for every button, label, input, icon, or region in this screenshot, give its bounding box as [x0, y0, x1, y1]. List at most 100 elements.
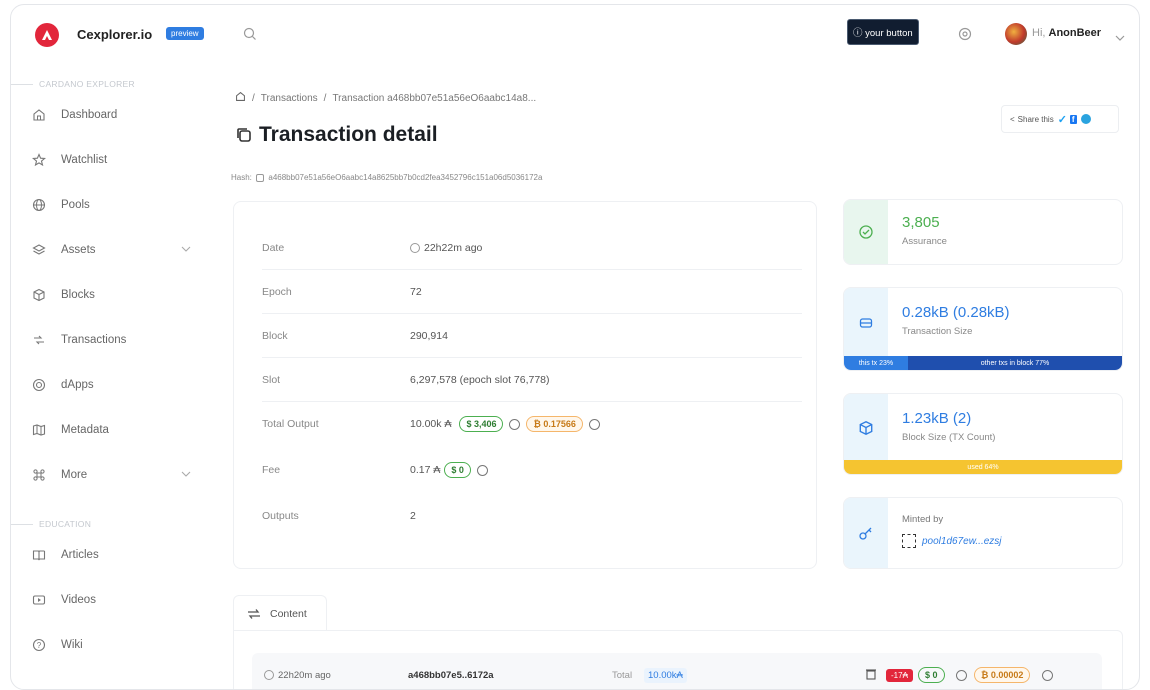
key-icon [844, 498, 888, 568]
star-icon [31, 152, 47, 168]
breadcrumb-current: Transaction a468bb07e51a56eO6aabc14a8... [332, 92, 537, 104]
detail-value: 10.00k ₳ $ 3,406 ₿ 0.17566 [410, 416, 600, 432]
detail-row-block: Block 290,914 [262, 314, 802, 358]
epoch-link[interactable]: 72 [410, 286, 422, 298]
sidebar-item-label: Videos [61, 594, 96, 606]
tx-hash-link[interactable]: a468bb07e5..6172a [408, 670, 494, 681]
map-icon [31, 422, 47, 438]
sidebar-item-dapps[interactable]: dApps [31, 373, 191, 397]
info-icon[interactable] [1042, 669, 1053, 681]
block-link[interactable]: 290,914 [410, 330, 448, 342]
detail-row-outputs: Outputs 2 [262, 494, 802, 538]
section-title-cardano: CARDANO EXPLORER [11, 79, 135, 89]
tab-content[interactable]: Content [233, 595, 327, 631]
table-row: 22h20m ago a468bb07e5..6172a Total 10.00… [252, 653, 1102, 689]
sidebar-item-watchlist[interactable]: Watchlist [31, 148, 191, 172]
sidebar-item-metadata[interactable]: Metadata [31, 418, 191, 442]
detail-row-date: Date 22h22m ago [262, 226, 802, 270]
svg-text:?: ? [37, 641, 42, 650]
sidebar-item-more[interactable]: More [31, 463, 191, 487]
swap-icon [248, 608, 260, 619]
brand-name[interactable]: Cexplorer.io [77, 27, 152, 42]
total-label: Total [612, 669, 633, 681]
sidebar-item-pools[interactable]: Pools [31, 193, 191, 217]
breadcrumb-transactions[interactable]: Transactions [261, 93, 318, 104]
size-bar-this: this tx 23% [844, 356, 908, 370]
assurance-value: 3,805 [902, 214, 940, 231]
chevron-down-icon[interactable] [1115, 29, 1125, 47]
your-button-label: your button [865, 28, 913, 39]
globe-icon [31, 197, 47, 213]
minted-by-pool[interactable]: pool1d67ew...ezsj [902, 534, 1002, 548]
assurance-label: Assurance [902, 236, 947, 247]
cube-icon [31, 287, 47, 303]
sidebar-item-label: Assets [61, 244, 96, 256]
hash-value[interactable]: a468bb07e51a56eO6aabc14a8625bb7b0cd2fea3… [268, 173, 542, 182]
your-button[interactable]: ⓘ your button [847, 19, 919, 45]
page-title: Transaction detail [235, 123, 438, 147]
detail-label: Block [262, 329, 288, 342]
minted-by-label: Minted by [902, 514, 944, 525]
section-title-education: EDUCATION [11, 519, 91, 529]
sidebar-item-label: dApps [61, 379, 94, 391]
block-size-card: 1.23kB (2) Block Size (TX Count) used 64… [843, 393, 1123, 475]
twitter-icon[interactable]: ✓ [1058, 113, 1067, 126]
top-header: Cexplorer.io preview ⓘ your button Hi, A… [11, 5, 1139, 65]
user-avatar[interactable] [1005, 23, 1027, 45]
video-icon [31, 592, 47, 608]
sidebar-item-label: Blocks [61, 289, 95, 301]
transaction-size-value: 0.28kB (0.28kB) [902, 304, 1010, 321]
copy-icon[interactable] [256, 173, 265, 182]
block-size-value: 1.23kB (2) [902, 410, 972, 427]
facebook-icon[interactable]: f [1069, 114, 1077, 124]
settings-gear-icon[interactable] [957, 26, 973, 47]
detail-label: Outputs [262, 510, 299, 522]
chevron-down-icon[interactable] [181, 244, 191, 256]
user-greeting[interactable]: Hi, AnonBeer [1032, 27, 1101, 39]
block-bar-used: used 64% [844, 460, 1122, 474]
usd-pill: $ 0 [918, 667, 945, 683]
sidebar-item-blocks[interactable]: Blocks [31, 283, 191, 307]
preview-badge: preview [166, 27, 204, 40]
sidebar-item-label: Dashboard [61, 109, 118, 121]
home-icon[interactable] [235, 91, 246, 105]
copy-icon [237, 128, 251, 142]
trash-icon[interactable] [864, 667, 878, 684]
sidebar-item-label: Articles [61, 549, 99, 561]
clock-icon [264, 670, 274, 680]
tx-time: 22h20m ago [264, 670, 331, 681]
sidebar-item-articles[interactable]: Articles [31, 543, 191, 567]
content-panel: 22h20m ago a468bb07e5..6172a Total 10.00… [233, 630, 1123, 689]
usd-pill: $ 3,406 [459, 416, 504, 432]
info-icon[interactable] [476, 464, 488, 476]
btc-pill: ₿ 0.17566 [526, 416, 583, 432]
sidebar-item-transactions[interactable]: Transactions [31, 328, 191, 352]
sidebar-item-wiki[interactable]: ? Wiki [31, 633, 191, 657]
cexplorer-logo[interactable] [35, 23, 59, 47]
clock-icon [410, 242, 420, 253]
info-icon[interactable] [956, 669, 967, 681]
detail-value: 6,297,578 (epoch slot 76,778) [410, 373, 550, 386]
size-bar-other: other txs in block 77% [907, 356, 1122, 370]
sidebar-item-dashboard[interactable]: Dashboard [31, 103, 191, 127]
detail-row-fee: Fee 0.17 ₳ $ 0 [262, 448, 802, 492]
dapps-icon [31, 377, 47, 393]
pool-link[interactable]: pool1d67ew...ezsj [922, 536, 1002, 547]
detail-label: Total Output [262, 418, 319, 430]
user-name: AnonBeer [1048, 27, 1102, 39]
tab-content-label: Content [270, 607, 307, 620]
info-icon[interactable] [509, 418, 521, 430]
sidebar-item-videos[interactable]: Videos [31, 588, 191, 612]
breadcrumb-separator: / [323, 92, 327, 104]
transaction-size-bar: this tx 23% other txs in block 77% [844, 356, 1122, 370]
telegram-icon[interactable] [1080, 114, 1091, 124]
detail-value: 0.17 ₳ $ 0 [410, 462, 488, 478]
sidebar-item-assets[interactable]: Assets [31, 238, 191, 262]
info-icon[interactable] [588, 418, 600, 430]
chevron-down-icon[interactable] [181, 469, 191, 481]
sidebar: CARDANO EXPLORER Dashboard Watchlist Poo… [11, 65, 207, 689]
layers-icon [31, 242, 47, 258]
sidebar-item-label: Transactions [61, 334, 127, 346]
detail-value: 2 [410, 510, 416, 522]
search-icon[interactable] [243, 27, 257, 46]
